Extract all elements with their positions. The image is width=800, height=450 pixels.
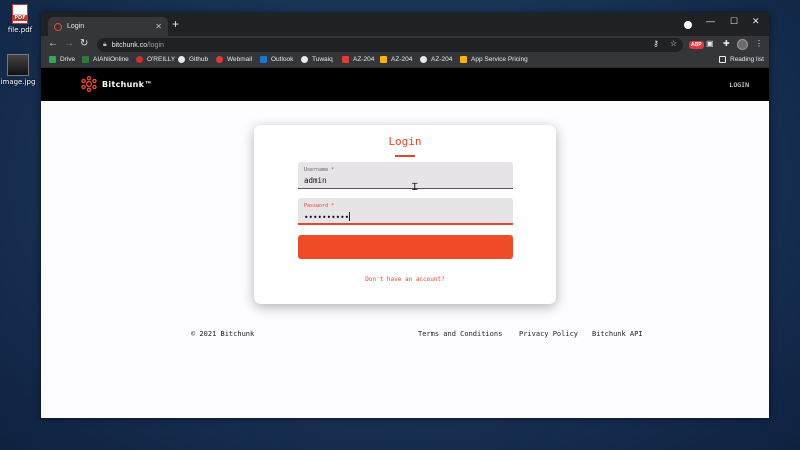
browser-toolbar: ← → ↻ 🔒︎ bitchunk.co/login ⚷ ☆ ABP ▣ ✚ ⋮ [41,36,769,54]
new-tab-button[interactable]: + [172,17,179,31]
close-window-button[interactable]: ✕ [752,16,760,27]
reading-list[interactable]: Reading list [719,56,764,63]
bookmark-app-service-pricing[interactable]: App Service Pricing [460,56,528,63]
star-icon[interactable]: ☆ [670,39,677,48]
bookmark-drive[interactable]: Drive [49,56,75,63]
bitchunk-logo-icon [81,76,97,92]
microsoft-icon [460,56,467,63]
tab-close-icon[interactable]: ✕ [155,22,162,31]
signup-link[interactable]: Don't have an account? [254,276,556,283]
extension-icon[interactable]: ▣ [706,39,714,48]
desktop-icon-pdf[interactable]: file.pdf [2,4,38,34]
bookmark-az204-c[interactable]: AZ-204 [420,56,452,63]
title-underline [395,155,415,157]
tab-title: Login [67,23,85,30]
bookmark-tuwaiq[interactable]: Tuwaiq [301,56,333,63]
web-page: Bitchunk™ LOGIN Login Username * admin Ɪ… [41,68,769,418]
webmail-icon [216,56,223,63]
username-label: Username * [304,167,335,173]
profile-avatar[interactable] [737,39,748,50]
github-icon [420,56,427,63]
puzzle-icon[interactable]: ✚ [723,39,730,48]
desktop-icon-label: file.pdf [7,26,33,34]
maximize-button[interactable]: ☐ [730,16,738,27]
app-header: Bitchunk™ LOGIN [41,68,769,101]
url-host: bitchunk.co [111,41,148,49]
tab-strip: Login ✕ + — ☐ ✕ [41,13,769,36]
image-file-icon [7,54,29,76]
login-title: Login [388,135,422,148]
lock-icon: 🔒︎ [103,41,107,48]
password-label: Password * [304,203,335,209]
more-menu-icon[interactable]: ⋮ [755,39,763,48]
bookmark-az204-a[interactable]: AZ-204 [342,56,374,63]
github-icon [178,56,185,63]
password-input[interactable]: •••••••••• [304,212,351,222]
drive-icon [49,56,56,63]
bookmark-aiahlionline[interactable]: AIAhliOnline [82,56,129,63]
bookmark-webmail[interactable]: Webmail [216,56,252,63]
footer-api-link[interactable]: Bitchunk API [592,330,643,338]
bitchunk-favicon-icon [54,22,62,31]
key-icon[interactable]: ⚷ [653,39,659,48]
footer-terms-link[interactable]: Terms and Conditions [418,330,502,338]
password-field[interactable]: Password * •••••••••• [298,198,513,225]
text-caret [349,212,351,221]
reload-icon[interactable]: ↻ [80,38,88,49]
oreilly-icon [136,56,143,63]
outlook-icon [260,56,267,63]
bank-icon [82,56,89,63]
text-cursor-icon: Ɪ [412,182,418,193]
github-icon [301,56,308,63]
brand[interactable]: Bitchunk™ [81,76,153,92]
pdf-file-icon [12,4,28,24]
minimize-button[interactable]: — [706,16,715,26]
username-field[interactable]: Username * admin [298,162,513,189]
address-bar[interactable]: 🔒︎ bitchunk.co/login [97,38,683,52]
forward-arrow-icon[interactable]: → [64,38,74,49]
browser-window: Login ✕ + — ☐ ✕ ← → ↻ 🔒︎ bitchunk.co/log… [41,13,769,418]
login-card: Login Username * admin Ɪ Password * ••••… [254,125,556,304]
url-path: /login [147,41,164,49]
browser-tab[interactable]: Login ✕ [48,17,168,36]
nav-login-link[interactable]: LOGIN [729,81,749,89]
bookmark-oreilly[interactable]: O'REILLY [136,56,175,63]
desktop-icon-image[interactable]: image.jpg [0,54,36,86]
bookmarks-bar: Drive AIAhliOnline O'REILLY Github Webma… [41,54,769,68]
footer-privacy-link[interactable]: Privacy Policy [519,330,578,338]
password-mask: •••••••••• [304,213,350,222]
desktop-icon-label: image.jpg [0,78,36,86]
reading-list-icon [719,56,726,63]
azure-icon [342,56,349,63]
microsoft-icon [380,56,387,63]
login-submit-button[interactable] [298,235,513,259]
page-footer: © 2021 Bitchunk Terms and Conditions Pri… [41,330,769,342]
brand-name: Bitchunk™ [102,79,153,89]
username-input[interactable]: admin [304,176,327,185]
back-arrow-icon[interactable]: ← [48,38,58,49]
adblock-extension-icon[interactable]: ABP [689,41,704,49]
media-control-icon[interactable] [684,21,692,29]
bookmark-az204-b[interactable]: AZ-204 [380,56,412,63]
bookmark-github[interactable]: Github [178,56,208,63]
footer-copyright: © 2021 Bitchunk [191,330,255,338]
bookmark-outlook[interactable]: Outlook [260,56,293,63]
